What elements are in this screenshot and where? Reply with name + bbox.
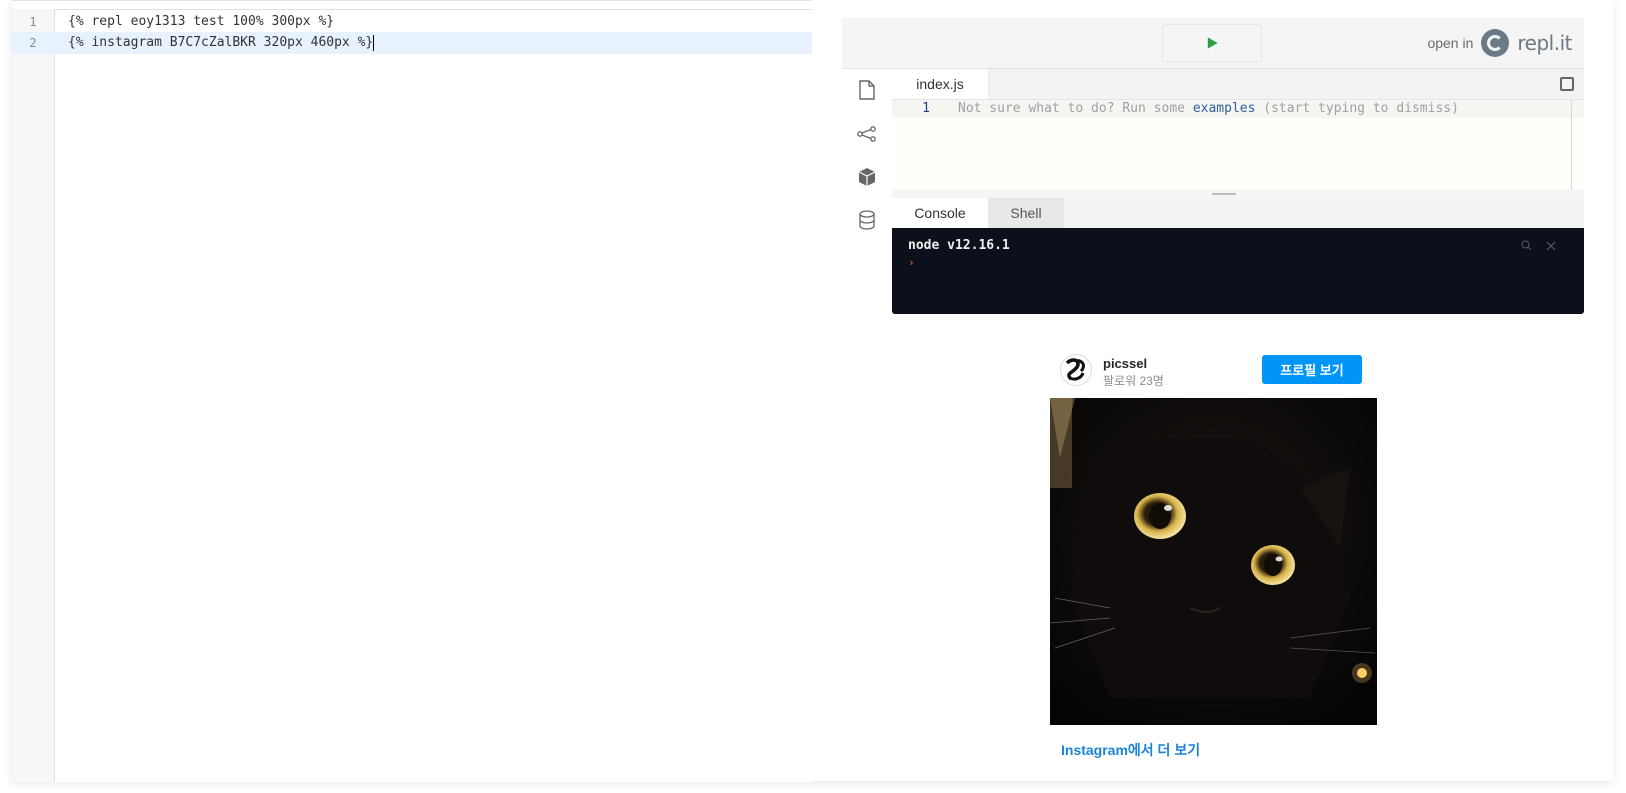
repl-code-editor[interactable]: 1 Not sure what to do? Run some examples… xyxy=(892,100,1584,190)
tab-index-js[interactable]: index.js xyxy=(892,69,989,99)
file-tabbar: index.js xyxy=(892,69,1584,100)
tab-shell[interactable]: Shell xyxy=(988,198,1064,228)
hint-suffix: (start typing to dismiss) xyxy=(1255,101,1459,116)
console-terminal[interactable]: node v12.16.1 › xyxy=(892,228,1584,314)
run-button[interactable] xyxy=(1162,24,1262,62)
black-cat-image xyxy=(1050,398,1377,725)
terminal-output: node v12.16.1 xyxy=(908,238,1010,253)
share-icon[interactable] xyxy=(856,123,878,145)
editor-line-active[interactable]: 2 {% instagram B7C7cZalBKR 320px 460px %… xyxy=(12,32,812,54)
line-number: 1 xyxy=(922,101,930,116)
line-number: 1 xyxy=(29,15,37,29)
editor-top-bar xyxy=(12,1,812,10)
line-text[interactable]: {% instagram B7C7cZalBKR 320px 460px %} xyxy=(68,32,375,54)
code-row[interactable]: 1 Not sure what to do? Run some examples… xyxy=(892,100,1584,118)
hint-prefix: Not sure what to do? Run some xyxy=(958,101,1193,116)
view-profile-button[interactable]: 프로필 보기 xyxy=(1262,355,1362,384)
text-cursor xyxy=(373,34,375,51)
instagram-header: picssel 팔로워 23명 프로필 보기 xyxy=(1048,350,1378,394)
replit-logo-text: repl.it xyxy=(1517,31,1572,55)
avatar[interactable] xyxy=(1060,354,1092,386)
repl-sidebar xyxy=(842,69,892,309)
search-icon[interactable] xyxy=(1521,240,1532,254)
instagram-username[interactable]: picssel xyxy=(1103,356,1147,371)
editor-line[interactable]: 1 {% repl eoy1313 test 100% 300px %} xyxy=(12,11,812,33)
line-text[interactable]: {% repl eoy1313 test 100% 300px %} xyxy=(68,11,334,33)
open-in-replit-link[interactable]: open in repl.it xyxy=(1427,26,1572,60)
tab-console[interactable]: Console xyxy=(892,198,988,228)
terminal-actions xyxy=(1521,240,1556,254)
instagram-photo[interactable] xyxy=(1050,398,1377,725)
line-text-content: {% instagram B7C7cZalBKR 320px 460px %} xyxy=(68,35,374,50)
prompt-icon: › xyxy=(908,256,915,269)
repl-header: open in repl.it xyxy=(842,18,1584,69)
file-icon[interactable] xyxy=(856,79,878,101)
follower-count: 팔로워 23명 xyxy=(1103,374,1164,388)
instagram-embed: picssel 팔로워 23명 프로필 보기 Instagram에서 더 보기 xyxy=(1048,350,1378,758)
play-icon xyxy=(1207,37,1218,49)
line-number: 2 xyxy=(29,36,37,50)
view-more-on-instagram-link[interactable]: Instagram에서 더 보기 xyxy=(1061,740,1200,760)
package-icon[interactable] xyxy=(856,166,878,188)
markdown-editor[interactable]: 1 {% repl eoy1313 test 100% 300px %} 2 {… xyxy=(12,0,812,782)
pane-resize-handle[interactable] xyxy=(892,190,1584,198)
database-icon[interactable] xyxy=(856,209,878,231)
menu-icon[interactable] xyxy=(1560,77,1574,91)
console-tabbar: Console Shell xyxy=(892,198,1584,228)
scrollbar[interactable] xyxy=(1571,100,1572,190)
clear-icon[interactable] xyxy=(1546,240,1556,254)
open-in-label: open in xyxy=(1427,35,1474,51)
examples-link[interactable]: examples xyxy=(1193,101,1256,116)
repl-embed: open in repl.it index.js 1 Not sure what… xyxy=(842,18,1584,326)
replit-logo-icon xyxy=(1481,29,1510,57)
editor-hint: Not sure what to do? Run some examples (… xyxy=(958,100,1459,118)
line-gutter xyxy=(12,9,55,782)
